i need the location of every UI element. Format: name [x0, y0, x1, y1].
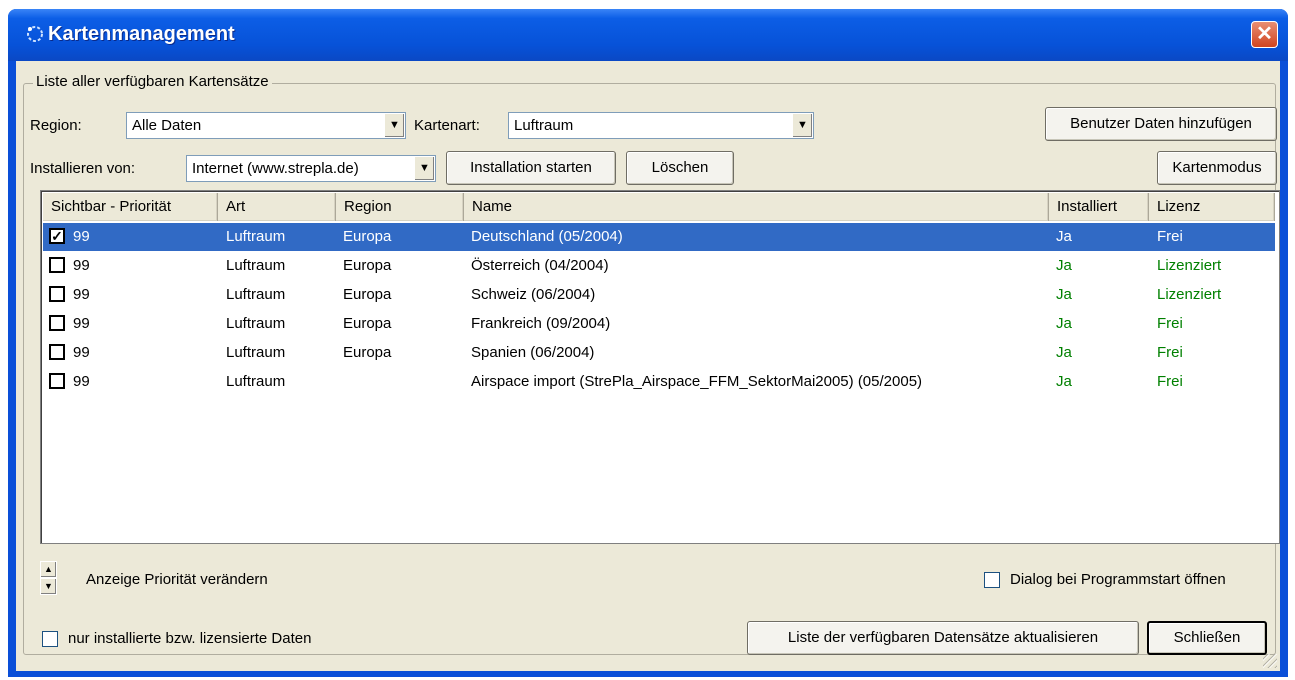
resize-grip-icon[interactable] [1263, 654, 1277, 668]
dropdown-arrow-icon[interactable]: ▼ [414, 157, 434, 180]
row-priority: 99 [73, 286, 90, 303]
row-installed: Ja [1056, 228, 1072, 245]
column-header-region[interactable]: Region [336, 193, 464, 221]
row-license: Frei [1157, 315, 1183, 332]
delete-button[interactable]: Löschen [626, 151, 734, 185]
visible-checkbox[interactable] [49, 315, 65, 331]
install-source-select[interactable]: Internet (www.strepla.de) ▼ [186, 155, 436, 182]
row-region: Europa [343, 257, 392, 274]
row-license: Lizenziert [1157, 286, 1222, 303]
column-header-license[interactable]: Lizenz [1149, 193, 1275, 221]
open-on-start-label[interactable]: Dialog bei Programmstart öffnen [1010, 571, 1226, 588]
visible-checkbox-checked[interactable]: ✓ [49, 228, 65, 244]
row-license: Frei [1157, 344, 1183, 361]
group-legend: Liste aller verfügbaren Kartensätze [33, 73, 272, 90]
install-source-select-value: Internet (www.strepla.de) [192, 160, 359, 177]
visible-checkbox[interactable] [49, 286, 65, 302]
row-name: Deutschland (05/2004) [471, 228, 623, 245]
dropdown-arrow-icon[interactable]: ▼ [792, 114, 812, 137]
table-row[interactable]: 99 Luftraum Europa Schweiz (06/2004) Ja … [43, 281, 1275, 309]
row-priority: 99 [73, 257, 90, 274]
map-type-select[interactable]: Luftraum ▼ [508, 112, 814, 139]
only-installed-label[interactable]: nur installierte bzw. lizensierte Daten [68, 630, 311, 647]
row-region: Europa [343, 315, 392, 332]
column-header-name[interactable]: Name [464, 193, 1049, 221]
row-region: Europa [343, 286, 392, 303]
column-header-installed[interactable]: Installiert [1049, 193, 1149, 221]
refresh-list-button[interactable]: Liste der verfügbaren Datensätze aktuali… [747, 621, 1139, 655]
map-mode-button[interactable]: Kartenmodus [1157, 151, 1277, 185]
table-row[interactable]: 99 Luftraum Europa Frankreich (09/2004) … [43, 310, 1275, 338]
row-type: Luftraum [226, 286, 286, 303]
region-select[interactable]: Alle Daten ▼ [126, 112, 406, 139]
title-bar[interactable]: Kartenmanagement ✕ [8, 9, 1288, 61]
priority-down-button[interactable]: ▼ [40, 578, 57, 595]
window: Kartenmanagement ✕ Liste aller verfügbar… [8, 9, 1288, 677]
row-name: Spanien (06/2004) [471, 344, 595, 361]
dropdown-arrow-icon[interactable]: ▼ [384, 114, 404, 137]
row-installed: Ja [1056, 315, 1072, 332]
row-type: Luftraum [226, 344, 286, 361]
row-installed: Ja [1056, 257, 1072, 274]
row-installed: Ja [1056, 286, 1072, 303]
table-row[interactable]: 99 Luftraum Europa Österreich (04/2004) … [43, 252, 1275, 280]
row-license: Lizenziert [1157, 257, 1222, 274]
visible-checkbox[interactable] [49, 373, 65, 389]
region-label: Region: [30, 117, 82, 134]
row-type: Luftraum [226, 257, 286, 274]
add-user-data-button[interactable]: Benutzer Daten hinzufügen [1045, 107, 1277, 141]
row-type: Luftraum [226, 228, 286, 245]
list-header: Sichtbar - Priorität Art Region Name Ins… [43, 193, 1275, 221]
row-type: Luftraum [226, 373, 286, 390]
visible-checkbox[interactable] [49, 257, 65, 273]
region-select-value: Alle Daten [132, 117, 202, 134]
map-type-select-value: Luftraum [514, 117, 574, 134]
row-priority: 99 [73, 373, 90, 390]
start-installation-button[interactable]: Installation starten [446, 151, 616, 185]
priority-change-label: Anzeige Priorität verändern [86, 571, 268, 588]
row-name: Schweiz (06/2004) [471, 286, 596, 303]
priority-up-button[interactable]: ▲ [40, 561, 57, 578]
install-source-label: Installieren von: [30, 160, 136, 177]
app-icon [27, 26, 43, 42]
row-name: Österreich (04/2004) [471, 257, 609, 274]
table-row[interactable]: ✓ 99 Luftraum Europa Deutschland (05/200… [43, 223, 1275, 251]
row-priority: 99 [73, 344, 90, 361]
window-title: Kartenmanagement [48, 23, 235, 45]
only-installed-checkbox[interactable] [42, 631, 58, 647]
row-name: Airspace import (StrePla_Airspace_FFM_Se… [471, 373, 923, 390]
visible-checkbox[interactable] [49, 344, 65, 360]
table-row[interactable]: 99 Luftraum Europa Spanien (06/2004) Ja … [43, 339, 1275, 367]
table-row[interactable]: 99 Luftraum Airspace import (StrePla_Air… [43, 368, 1275, 396]
column-header-type[interactable]: Art [218, 193, 336, 221]
row-region: Europa [343, 228, 392, 245]
column-header-visible-priority[interactable]: Sichtbar - Priorität [43, 193, 218, 221]
row-region: Europa [343, 344, 392, 361]
row-license: Frei [1157, 228, 1183, 245]
open-on-start-checkbox[interactable] [984, 572, 1000, 588]
map-sets-list[interactable]: Sichtbar - Priorität Art Region Name Ins… [40, 190, 1280, 544]
close-button[interactable]: Schließen [1147, 621, 1267, 655]
close-window-button[interactable]: ✕ [1251, 21, 1278, 48]
row-type: Luftraum [226, 315, 286, 332]
map-type-label: Kartenart: [414, 117, 480, 134]
row-priority: 99 [73, 315, 90, 332]
row-name: Frankreich (09/2004) [471, 315, 611, 332]
dialog-client: Liste aller verfügbaren Kartensätze Regi… [16, 61, 1280, 671]
row-priority: 99 [73, 228, 90, 245]
row-installed: Ja [1056, 373, 1072, 390]
row-license: Frei [1157, 373, 1183, 390]
row-installed: Ja [1056, 344, 1072, 361]
